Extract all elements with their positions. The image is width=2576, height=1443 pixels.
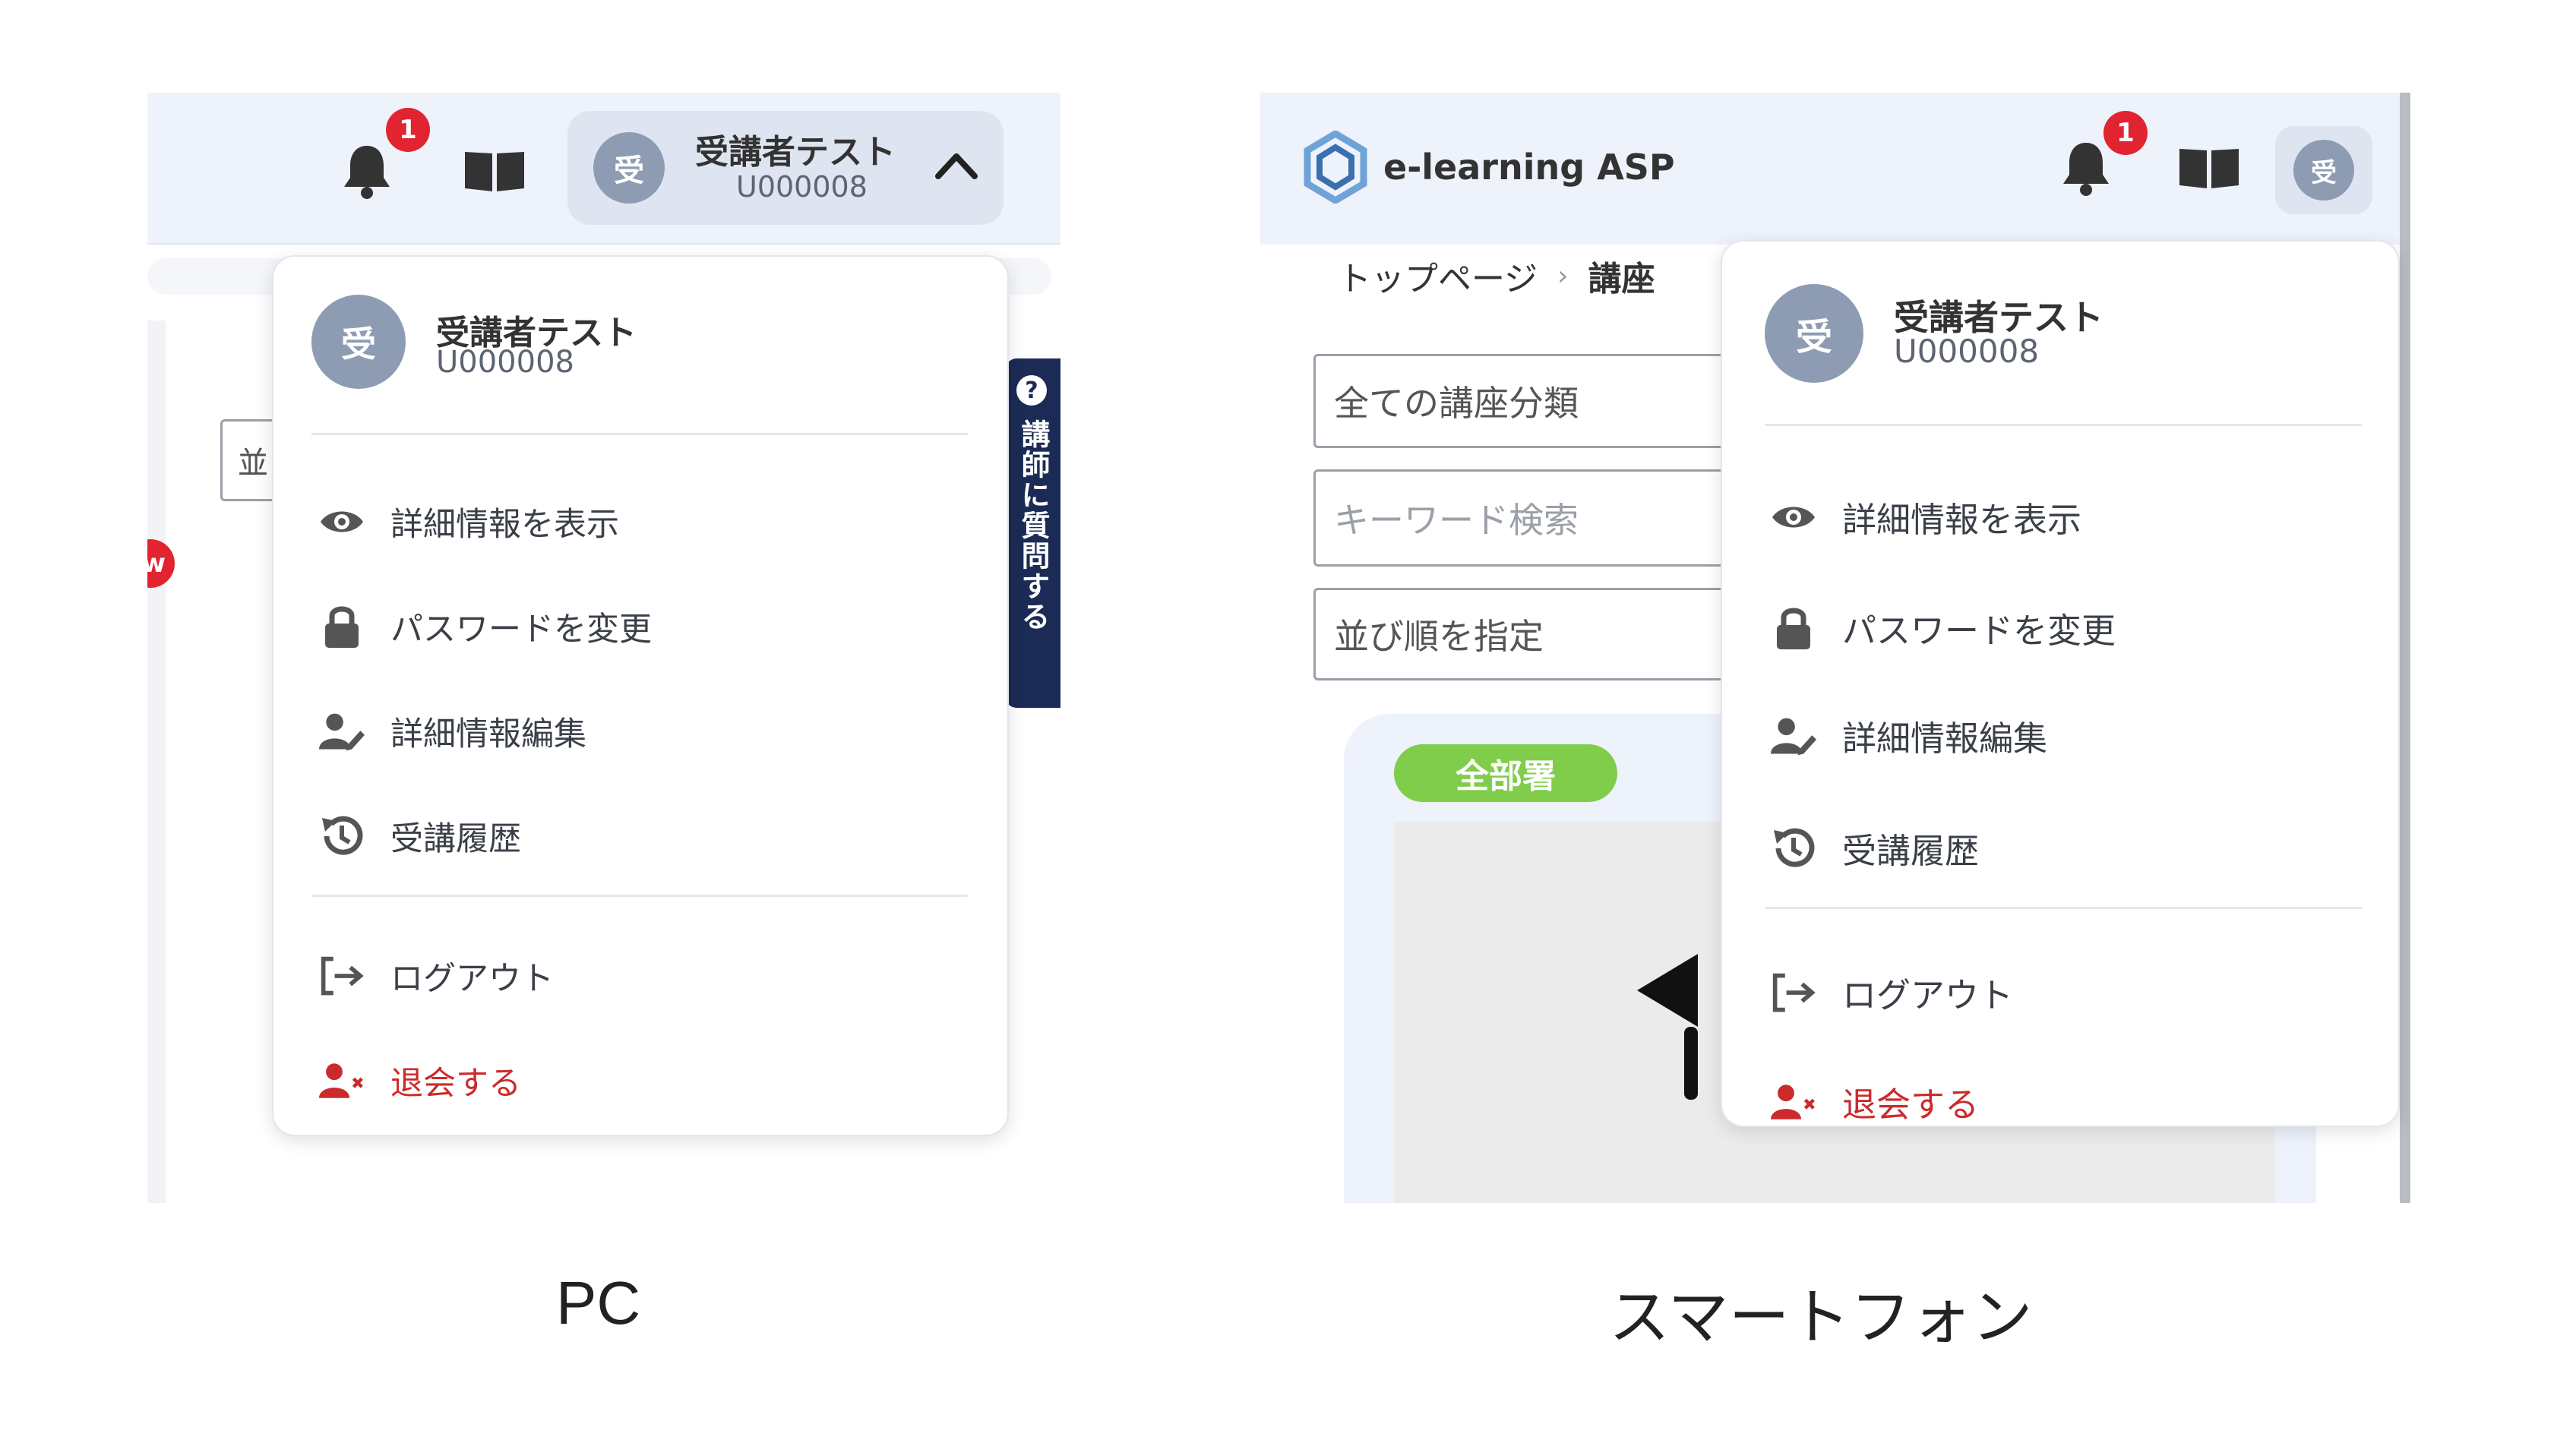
question-icon: ? [1016, 375, 1047, 406]
menu-item-withdraw[interactable]: 退会する [1771, 1077, 1979, 1126]
notification-button[interactable] [340, 141, 394, 202]
menu-item-logout[interactable]: ログアウト [319, 952, 554, 999]
menu-item-label: 退会する [390, 1065, 521, 1103]
breadcrumb-current: 講座 [1588, 260, 1655, 298]
user-remove-icon [319, 1058, 365, 1104]
menu-item-edit-details[interactable]: 詳細情報編集 [319, 708, 586, 755]
menu-item-label: パスワードを変更 [390, 611, 652, 649]
menu-item-label: 受講履歴 [390, 820, 521, 858]
user-id: U000008 [1894, 333, 2040, 370]
eye-icon [319, 499, 365, 545]
book-icon [465, 152, 524, 191]
scrollbar[interactable] [2400, 93, 2410, 1203]
sort-select[interactable]: 並び順を指定 [1313, 588, 1739, 680]
menu-item-change-password[interactable]: パスワードを変更 [319, 603, 652, 650]
menu-divider [311, 433, 968, 435]
course-book-button[interactable] [2178, 144, 2240, 193]
bell-icon [344, 146, 390, 199]
user-edit-icon [1771, 713, 1816, 759]
user-edit-icon [319, 709, 365, 754]
menu-divider [311, 895, 968, 897]
logout-icon [319, 953, 365, 999]
menu-item-edit-details[interactable]: 詳細情報編集 [1771, 711, 2047, 760]
course-book-button[interactable] [463, 147, 526, 196]
menu-item-withdraw[interactable]: 退会する [319, 1057, 521, 1104]
user-dropdown-menu: 受 受講者テスト U000008 詳細情報を表示 パスワードを変更 詳細情報編集 [272, 255, 1009, 1136]
user-menu-toggle[interactable]: 受 受講者テスト U000008 [567, 111, 1004, 225]
user-id: U000008 [436, 345, 574, 380]
notification-badge: 1 [2103, 111, 2148, 155]
menu-item-view-details[interactable]: 詳細情報を表示 [1771, 492, 2081, 542]
notification-button[interactable] [2059, 138, 2113, 199]
avatar: 受 [2293, 140, 2354, 201]
menu-item-label: パスワードを変更 [1842, 611, 2116, 651]
logo-icon [1304, 131, 1367, 204]
user-dropdown-menu: 受 受講者テスト U000008 詳細情報を表示 パスワードを変更 詳細情報編集 [1721, 240, 2400, 1127]
content-edge [147, 320, 166, 1203]
avatar: 受 [311, 295, 406, 389]
book-icon [2179, 149, 2239, 188]
user-id: U000008 [736, 170, 868, 204]
menu-item-history[interactable]: 受講履歴 [1771, 823, 1979, 873]
menu-item-view-details[interactable]: 詳細情報を表示 [319, 498, 619, 545]
menu-item-history[interactable]: 受講履歴 [319, 813, 521, 860]
menu-item-label: 詳細情報編集 [1842, 718, 2048, 759]
new-tag: w [147, 539, 175, 588]
ask-teacher-label: 講師に質問する [1016, 419, 1050, 632]
user-remove-icon [1771, 1079, 1816, 1125]
category-select[interactable]: 全ての講座分類 [1313, 354, 1739, 448]
avatar: 受 [593, 132, 665, 204]
keyword-search-input[interactable]: キーワード検索 [1313, 469, 1739, 567]
logo-text: e-learning ASP [1383, 147, 1675, 188]
menu-divider [1765, 424, 2362, 426]
history-icon [1771, 826, 1816, 871]
menu-item-label: ログアウト [390, 960, 554, 998]
menu-divider [1765, 907, 2362, 909]
breadcrumb-home[interactable]: トップページ [1338, 251, 1538, 300]
lock-icon [1771, 605, 1816, 651]
logo[interactable]: e-learning ASP [1303, 131, 1675, 204]
user-menu-toggle[interactable]: 受 [2275, 126, 2372, 214]
menu-item-label: 詳細情報編集 [390, 715, 586, 753]
play-arrow-icon [1637, 954, 1698, 1100]
caption-smartphone: スマートフォン [1609, 1284, 2033, 1351]
history-icon [319, 813, 365, 859]
lock-icon [319, 604, 365, 649]
caption-pc: PC [556, 1269, 641, 1337]
eye-icon [1771, 494, 1816, 540]
menu-item-label: 受講履歴 [1842, 831, 1980, 871]
menu-item-label: ログアウト [1842, 975, 2014, 1015]
bell-icon [2063, 143, 2109, 196]
logout-icon [1771, 970, 1816, 1015]
menu-item-label: 詳細情報を表示 [390, 506, 619, 544]
menu-item-label: 退会する [1842, 1085, 1980, 1125]
breadcrumb-separator: › [1557, 260, 1569, 292]
avatar: 受 [1765, 284, 1863, 383]
notification-badge: 1 [386, 108, 430, 152]
ask-teacher-button[interactable]: ? 講師に質問する [1006, 358, 1060, 708]
user-name: 受講者テスト [695, 133, 896, 172]
menu-item-change-password[interactable]: パスワードを変更 [1771, 603, 2116, 652]
pc-screenshot: 1 受 受講者テスト U000008 w 並 ? 講師に質問する 受 受講者テス… [147, 93, 1060, 1203]
menu-item-logout[interactable]: ログアウト [1771, 968, 2013, 1017]
smartphone-screenshot: e-learning ASP 1 受 トップページ › 講座 全ての講座分類 キ… [1260, 93, 2410, 1203]
chevron-up-icon [935, 153, 978, 179]
menu-item-label: 詳細情報を表示 [1842, 500, 2082, 540]
department-badge: 全部署 [1394, 744, 1617, 802]
